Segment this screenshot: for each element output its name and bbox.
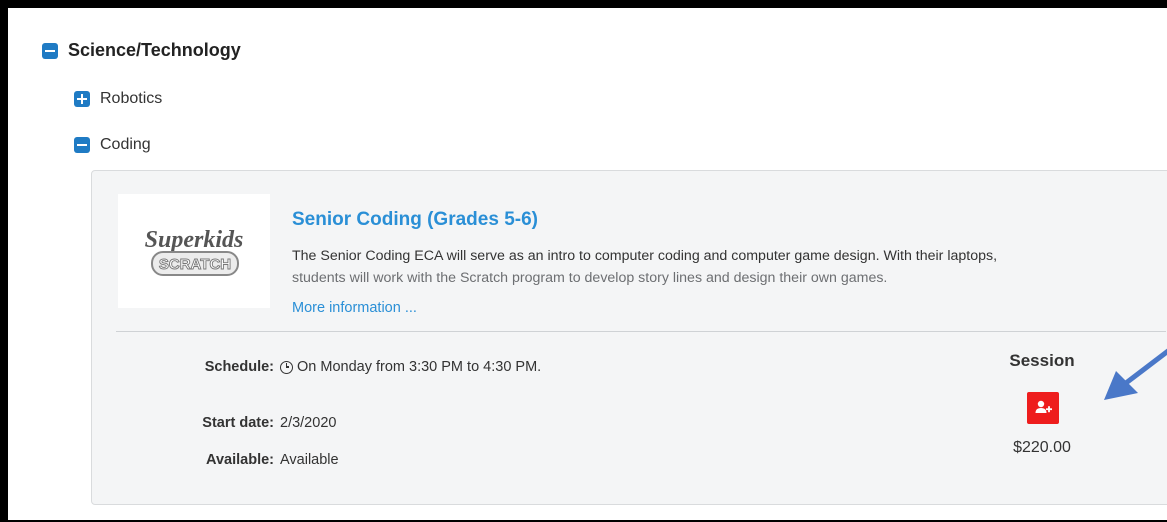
page-frame: Science/Technology Robotics Coding Super…	[8, 8, 1167, 520]
available-label: Available:	[206, 452, 274, 468]
divider	[116, 331, 1166, 332]
schedule-text: On Monday from 3:30 PM to 4:30 PM.	[297, 359, 542, 375]
collapse-icon[interactable]	[74, 137, 90, 153]
category-label: Science/Technology	[68, 40, 241, 60]
start-date-value: 2/3/2020	[280, 415, 337, 431]
schedule-value: On Monday from 3:30 PM to 4:30 PM.	[280, 359, 541, 375]
session-price: $220.00	[1013, 439, 1071, 456]
description-line: The Senior Coding ECA will serve as an i…	[292, 248, 998, 264]
enroll-button[interactable]	[1027, 392, 1059, 424]
logo-text: Superkids	[145, 227, 244, 253]
subcategory-robotics[interactable]: Robotics	[74, 90, 162, 108]
description-line: students will work with the Scratch prog…	[292, 270, 888, 286]
expand-icon[interactable]	[74, 91, 90, 107]
more-information-link[interactable]: More information ...	[292, 300, 417, 316]
available-value: Available	[280, 452, 339, 468]
session-title: Session	[1009, 351, 1075, 370]
collapse-icon[interactable]	[42, 42, 58, 59]
start-date-label: Start date:	[202, 415, 274, 431]
clock-icon	[280, 360, 293, 374]
superkids-scratch-logo: Superkids SCRATCH	[145, 227, 244, 276]
category-science-technology[interactable]: Science/Technology	[42, 40, 241, 61]
course-title[interactable]: Senior Coding (Grades 5-6)	[292, 209, 538, 231]
pointer-arrow-icon	[1104, 348, 1167, 400]
course-card: Superkids SCRATCH Senior Coding (Grades …	[91, 170, 1167, 505]
logo-subtext: SCRATCH	[159, 256, 231, 273]
add-user-icon	[1035, 400, 1052, 413]
course-logo: Superkids SCRATCH	[118, 194, 270, 308]
course-description: The Senior Coding ECA will serve as an i…	[292, 245, 1162, 289]
schedule-label: Schedule:	[204, 359, 274, 375]
subcategory-coding[interactable]: Coding	[74, 136, 151, 154]
subcategory-label: Robotics	[100, 90, 163, 107]
subcategory-label: Coding	[100, 136, 151, 153]
